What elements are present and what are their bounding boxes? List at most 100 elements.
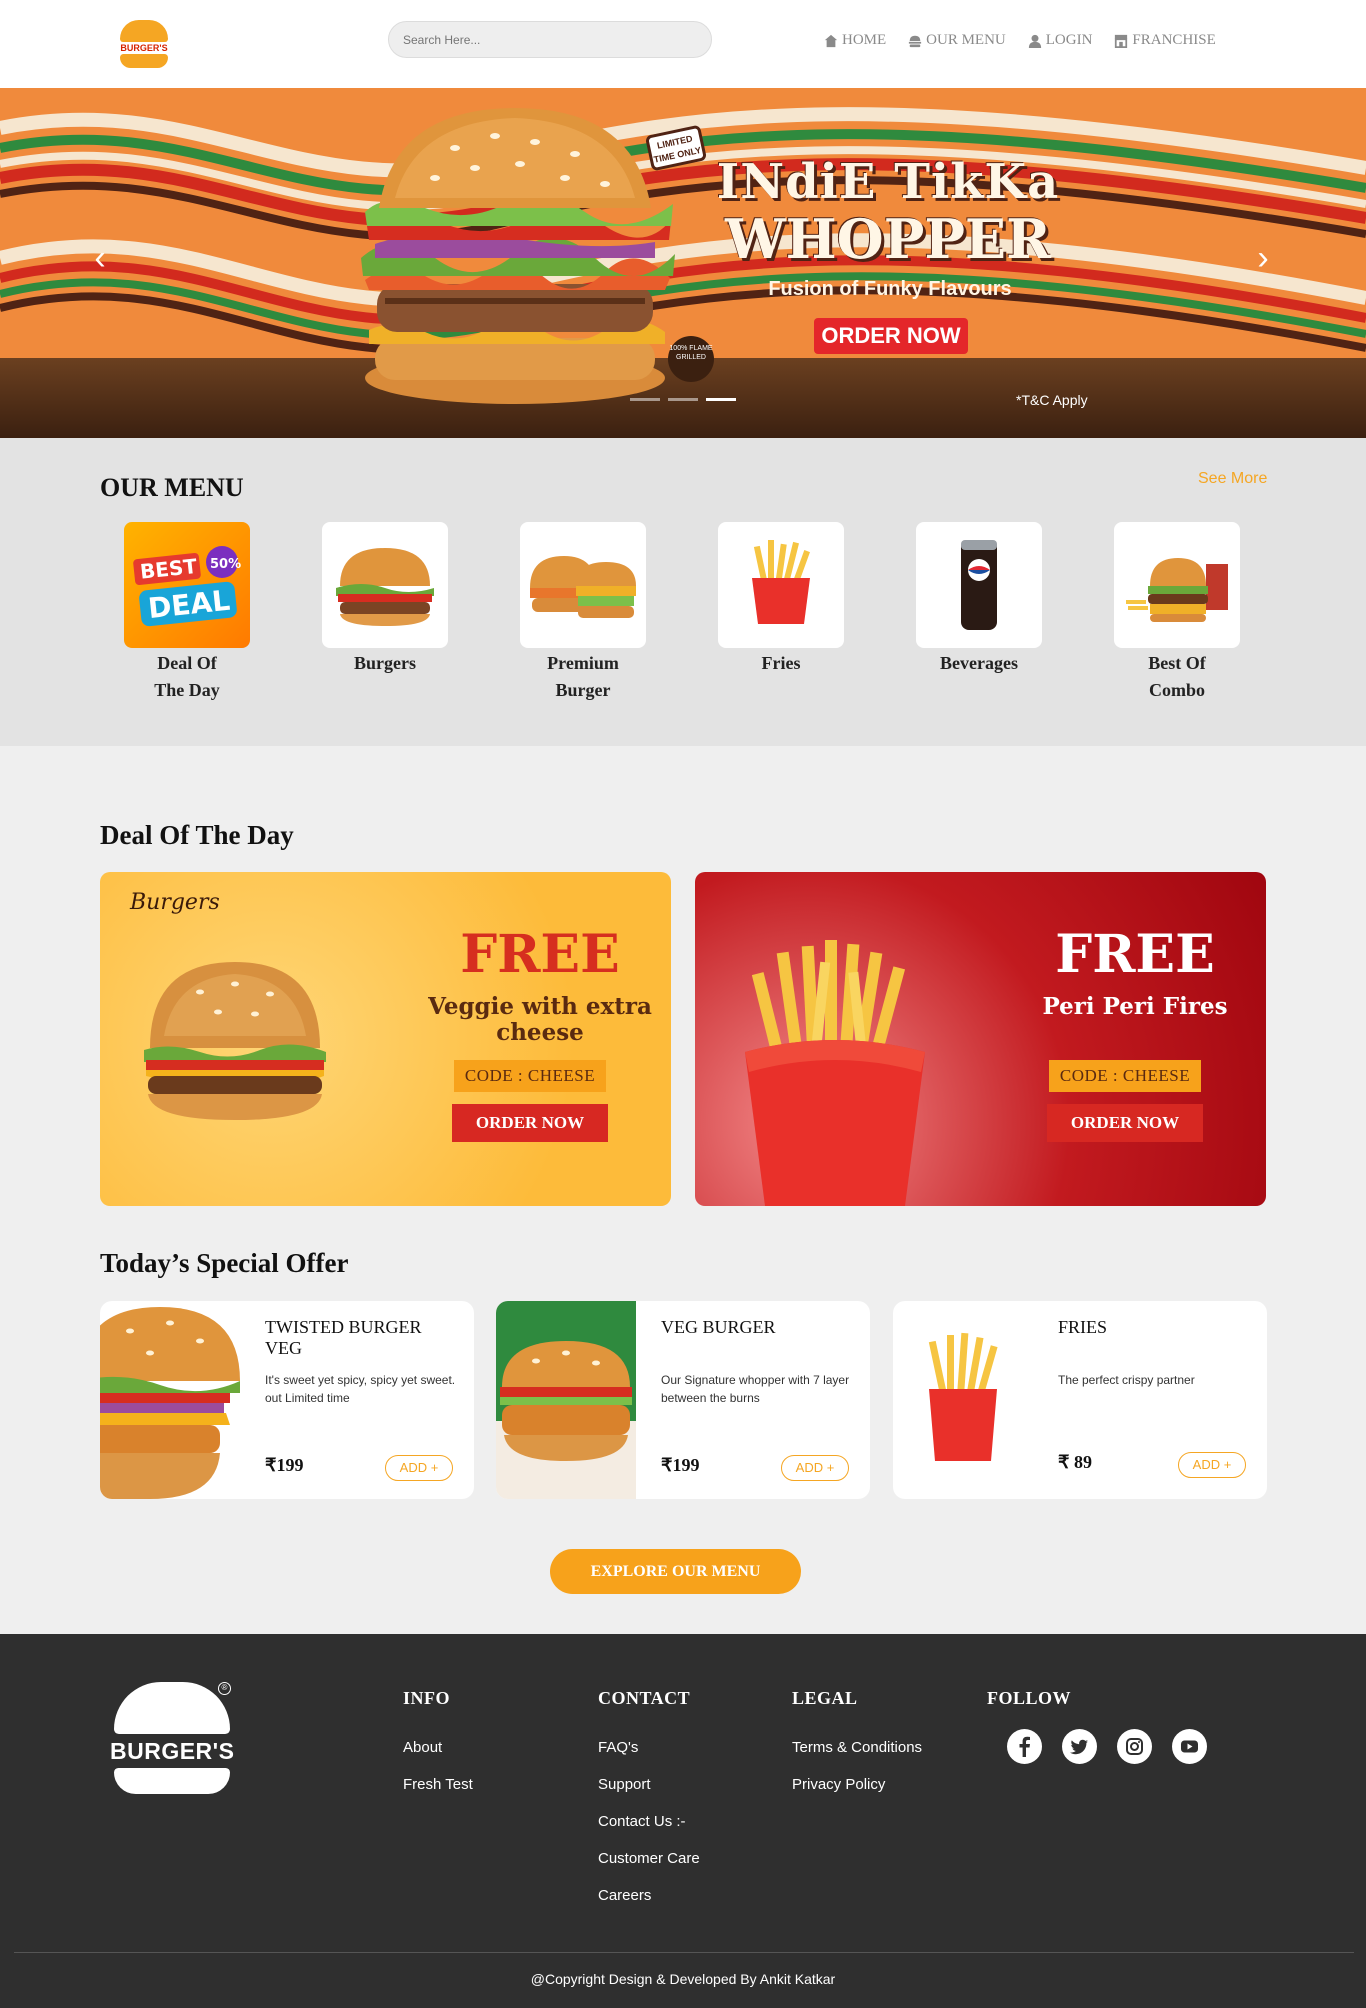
cheese-burger-image [144, 962, 326, 1120]
svg-text:50%: 50% [210, 557, 241, 572]
user-icon [1028, 34, 1041, 48]
special-item-name: FRIES [1058, 1317, 1108, 1337]
menu-category-beverages[interactable]: Beverages [915, 522, 1043, 677]
footer-link-customer-care[interactable]: Customer Care [598, 1840, 700, 1877]
footer-link-faqs[interactable]: FAQ's [598, 1729, 700, 1766]
nav-franchise-link[interactable]: FRANCHISE [1114, 32, 1216, 49]
facebook-icon[interactable] [1007, 1729, 1042, 1764]
menu-category-fries[interactable]: Fries [717, 522, 845, 677]
footer-legal-title: LEGAL [792, 1688, 858, 1708]
carousel-dot-active[interactable] [706, 398, 736, 401]
footer-link-fresh-test[interactable]: Fresh Test [403, 1766, 473, 1803]
carousel-dot[interactable] [668, 398, 698, 401]
category-label: Premium Burger [547, 653, 619, 700]
deal-promo-code: CODE : CHEESE [1049, 1060, 1201, 1092]
category-label: Best Of Combo [1148, 653, 1206, 700]
burgers-script-logo: Burgers [130, 890, 220, 915]
menu-category-premium[interactable]: Premium Burger [519, 522, 647, 704]
special-item-price: ₹199 [265, 1455, 304, 1475]
home-icon [824, 34, 838, 47]
hero-banner: LIMITED TIME ONLY 100% FLAME GRILLED INd… [0, 88, 1366, 438]
deal-order-now-button[interactable]: ORDER NOW [452, 1104, 608, 1142]
special-item-name: VEG BURGER [661, 1317, 776, 1337]
add-to-cart-button[interactable]: ADD + [385, 1455, 453, 1481]
hero-subtitle: Fusion of Funky Flavours [768, 278, 1012, 300]
footer-divider [14, 1952, 1354, 1953]
special-item-name: TWISTED BURGER VEG [265, 1317, 422, 1358]
special-item-desc: It's sweet yet spicy, spicy yet sweet. o… [265, 1373, 456, 1405]
footer-follow-title: FOLLOW [987, 1688, 1072, 1708]
nav-menu-link[interactable]: OUR MENU [908, 32, 1006, 49]
add-to-cart-button[interactable]: ADD + [781, 1455, 849, 1481]
footer-follow-column: FOLLOW [987, 1688, 1207, 1764]
social-icons [1007, 1729, 1207, 1764]
category-label: Beverages [940, 653, 1018, 673]
footer-brand-logo[interactable]: ® BURGER'S [110, 1682, 234, 1794]
special-card-veg-burger[interactable]: VEG BURGER Our Signature whopper with 7 … [496, 1301, 870, 1499]
footer-legal-column: LEGAL Terms & Conditions Privacy Policy [792, 1688, 922, 1803]
menu-heading: OUR MENU [100, 473, 244, 502]
menu-category-deal[interactable]: BEST 50% DEAL Deal Of The Day [123, 522, 251, 704]
hero-title: INdiE TikKa WHOPPER [716, 154, 1060, 271]
footer-contact-title: CONTACT [598, 1688, 691, 1708]
hero-order-now-button[interactable]: ORDER NOW [814, 318, 968, 354]
special-card-fries[interactable]: FRIES The perfect crispy partner ₹ 89 AD… [893, 1301, 1267, 1499]
footer-link-support[interactable]: Support [598, 1766, 700, 1803]
top-nav: BURGER'S HOME OUR MENU LOGIN FRANCHISE [0, 0, 1366, 88]
carousel-indicators [630, 398, 736, 401]
deal-heading: Deal Of The Day [100, 820, 294, 850]
pepsi-can-image [916, 522, 1042, 648]
explore-menu-button[interactable]: EXPLORE OUR MENU [550, 1549, 801, 1594]
deal-card-veggie[interactable]: Burgers FREE Veggie with extra cheese CO… [100, 872, 671, 1206]
category-label: Deal Of The Day [154, 653, 220, 700]
search-input[interactable] [388, 21, 712, 58]
youtube-icon[interactable] [1172, 1729, 1207, 1764]
special-item-price: ₹199 [661, 1455, 700, 1475]
special-item-price: ₹ 89 [1058, 1452, 1092, 1472]
special-item-desc: Our Signature whopper with 7 layer betwe… [661, 1373, 850, 1405]
deal-description: Peri Peri Fires [1042, 993, 1228, 1020]
carousel-next-icon[interactable]: › [1253, 238, 1273, 278]
hero-terms-text: *T&C Apply [1016, 392, 1088, 408]
twitter-icon[interactable] [1062, 1729, 1097, 1764]
whopper-burger-image [361, 108, 675, 404]
deal-promo-code: CODE : CHEESE [454, 1060, 606, 1092]
category-label: Burgers [354, 653, 416, 673]
veg-burger-image [496, 1301, 636, 1499]
premium-burger-image [520, 522, 646, 648]
see-more-link[interactable]: See More [1198, 470, 1267, 488]
add-to-cart-button[interactable]: ADD + [1178, 1452, 1246, 1478]
deal-card-fries[interactable]: FREE Peri Peri Fires CODE : CHEESE ORDER… [695, 872, 1266, 1206]
copyright-text: @Copyright Design & Developed By Ankit K… [530, 1971, 836, 1987]
burger-image [322, 522, 448, 648]
footer-info-title: INFO [403, 1688, 450, 1708]
special-heading: Today’s Special Offer [100, 1248, 349, 1278]
footer-link-terms[interactable]: Terms & Conditions [792, 1729, 922, 1766]
store-icon [1115, 34, 1128, 48]
deal-order-now-button[interactable]: ORDER NOW [1047, 1104, 1203, 1142]
brand-logo[interactable]: BURGER'S [116, 20, 172, 68]
combo-image [1114, 522, 1240, 648]
footer-link-about[interactable]: About [403, 1729, 473, 1766]
footer-link-careers[interactable]: Careers [598, 1877, 700, 1914]
site-footer: ® BURGER'S INFO About Fresh Test CONTACT… [0, 1634, 1366, 2008]
carousel-dot[interactable] [630, 398, 660, 401]
menu-category-combo[interactable]: Best Of Combo [1113, 522, 1241, 704]
carousel-prev-icon[interactable]: ‹ [90, 238, 110, 278]
special-card-twisted[interactable]: TWISTED BURGER VEG It's sweet yet spicy,… [100, 1301, 474, 1499]
menu-category-burgers[interactable]: Burgers [321, 522, 449, 677]
twisted-burger-image [100, 1307, 240, 1499]
footer-link-privacy[interactable]: Privacy Policy [792, 1766, 922, 1803]
deal-free-text: FREE [1055, 924, 1215, 985]
nav-home-link[interactable]: HOME [824, 32, 886, 49]
footer-link-contact-us[interactable]: Contact Us :- [598, 1803, 700, 1840]
nav-login-link[interactable]: LOGIN [1028, 32, 1092, 49]
peri-peri-fries-image [745, 940, 925, 1206]
fries-image [718, 522, 844, 648]
instagram-icon[interactable] [1117, 1729, 1152, 1764]
deal-free-text: FREE [460, 924, 620, 985]
category-label: Fries [761, 653, 801, 673]
burger-icon [909, 35, 922, 47]
footer-contact-column: CONTACT FAQ's Support Contact Us :- Cust… [598, 1688, 700, 1914]
special-item-desc: The perfect crispy partner [1058, 1373, 1195, 1387]
